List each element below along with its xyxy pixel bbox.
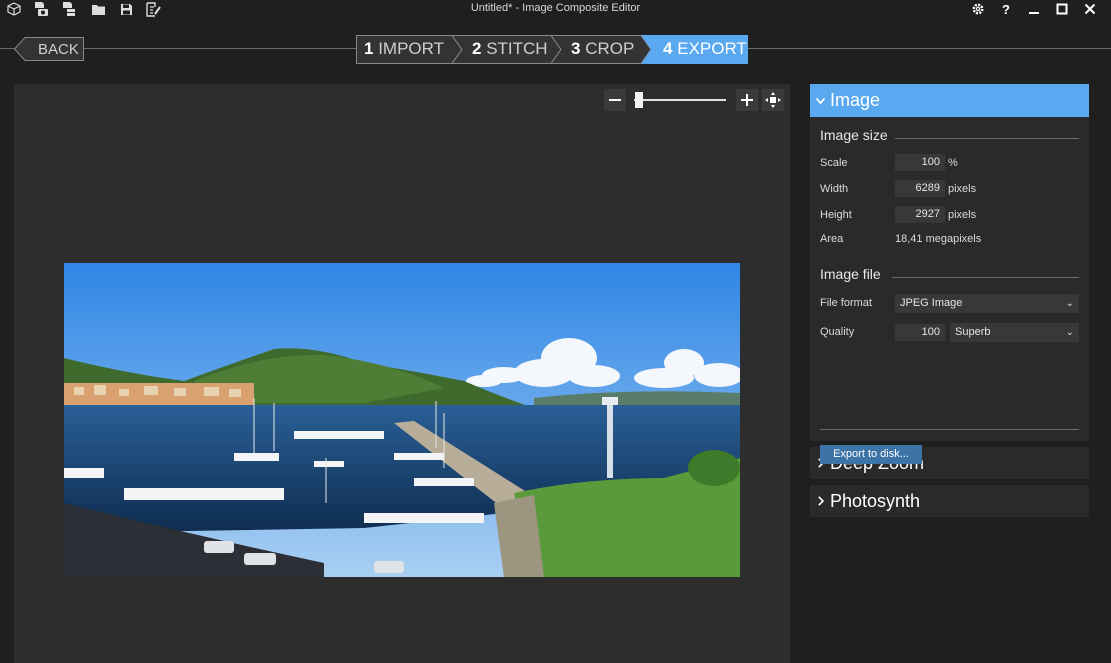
chevron-right-icon [818, 494, 830, 509]
zoom-slider-track[interactable] [634, 99, 726, 101]
tab-crop[interactable]: 3 CROP [561, 35, 651, 64]
scale-unit: % [948, 157, 958, 169]
tab-export[interactable]: 4 EXPORT [651, 35, 748, 64]
height-unit: pixels [948, 209, 977, 221]
minimize-icon[interactable] [1022, 0, 1046, 18]
photosynth-section-header[interactable]: Photosynth [810, 485, 1089, 517]
nav-divider [748, 48, 1111, 49]
panorama-preview [64, 263, 740, 577]
quality-label: Quality [820, 326, 855, 338]
tab-import[interactable]: 1 IMPORT [356, 35, 462, 64]
width-input[interactable]: 6289 [895, 180, 945, 197]
preview-canvas[interactable] [14, 84, 790, 663]
zoom-out-button[interactable] [604, 89, 626, 111]
file-format-select[interactable]: JPEG Image ⌄ [895, 294, 1079, 313]
tab-stitch-label: STITCH [486, 39, 548, 58]
zoom-slider-thumb[interactable] [634, 92, 643, 108]
nav-divider [84, 48, 356, 49]
quality-preset-value: Superb [955, 326, 991, 338]
maximize-icon[interactable] [1050, 0, 1074, 18]
tab-export-label: EXPORT [677, 39, 747, 58]
export-to-disk-button[interactable]: Export to disk... [820, 445, 922, 464]
image-section-title: Image [830, 90, 881, 110]
chevron-down-icon: ⌄ [1065, 327, 1074, 338]
back-label: BACK [38, 41, 79, 58]
tab-import-label: IMPORT [378, 39, 445, 58]
image-file-title: Image file [820, 266, 881, 282]
tab-crop-label: CROP [585, 39, 635, 58]
width-label: Width [820, 183, 849, 195]
fit-to-window-icon[interactable] [762, 89, 784, 111]
image-section-body: Image size Scale 100 % Width 6289 pixels… [810, 117, 1089, 464]
nav-divider [0, 48, 14, 49]
gear-icon[interactable] [966, 0, 990, 18]
scale-input[interactable]: 100 [895, 154, 945, 171]
image-size-title: Image size [820, 127, 888, 143]
tab-stitch[interactable]: 2 STITCH [462, 35, 561, 64]
quality-input[interactable]: 100 [895, 324, 945, 341]
app-window: Untitled* - Image Composite Editor ? BAC… [0, 0, 1111, 663]
file-format-value: JPEG Image [900, 297, 963, 309]
title-bar: Untitled* - Image Composite Editor ? [0, 0, 1111, 18]
chevron-down-icon [815, 95, 830, 107]
zoom-in-button[interactable] [736, 89, 758, 111]
height-input[interactable]: 2927 [895, 206, 945, 223]
chevron-down-icon: ⌄ [1065, 298, 1074, 309]
scale-label: Scale [820, 157, 848, 169]
width-unit: pixels [948, 183, 977, 195]
step-tabs: 1 IMPORT 2 STITCH 3 CROP 4 EXPORT [356, 35, 748, 64]
section-divider [820, 429, 1079, 430]
area-value: 18,41 megapixels [895, 233, 982, 245]
quality-preset-select[interactable]: Superb ⌄ [950, 323, 1079, 342]
help-icon[interactable]: ? [994, 0, 1018, 18]
group-divider [895, 138, 1079, 139]
window-title: Untitled* - Image Composite Editor [470, 2, 641, 14]
photosynth-title: Photosynth [830, 490, 921, 511]
file-format-label: File format [820, 297, 872, 309]
area-label: Area [820, 233, 844, 245]
group-divider [892, 277, 1079, 278]
close-icon[interactable] [1078, 0, 1102, 18]
back-button[interactable]: BACK [14, 37, 84, 61]
image-section-header[interactable]: Image [810, 84, 1089, 117]
settings-panel: Image Image size Scale 100 % Width 6289 … [810, 84, 1089, 517]
zoom-controls [604, 89, 786, 111]
step-navigation: BACK 1 IMPORT 2 STITCH 3 CROP 4 EXPORT [0, 30, 1111, 68]
height-label: Height [820, 209, 852, 221]
